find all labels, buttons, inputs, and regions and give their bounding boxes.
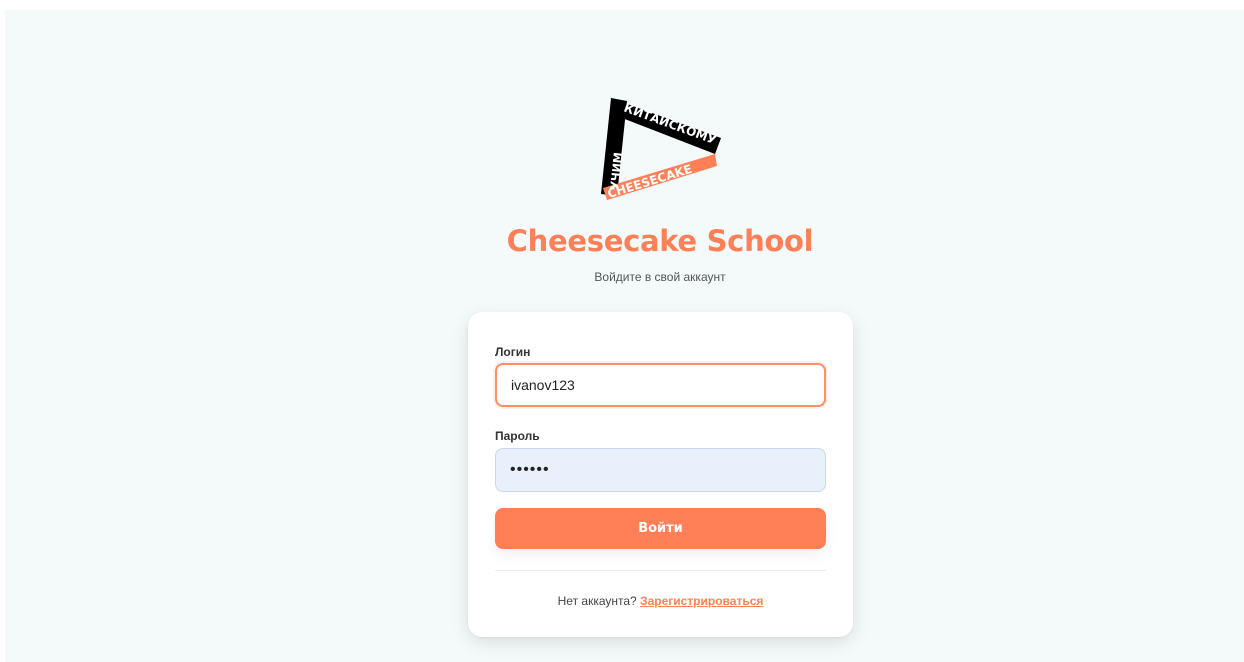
register-row: Нет аккаунта? Зарегистрироваться: [468, 594, 853, 608]
login-label: Логин: [495, 345, 531, 359]
password-label: Пароль: [495, 429, 540, 443]
divider: [495, 570, 826, 571]
register-link[interactable]: Зарегистрироваться: [640, 594, 763, 608]
password-input[interactable]: [495, 448, 826, 492]
cheesecake-logo: КИТАЙСКОМУ УЧИМ CHEESECAKE: [601, 98, 721, 201]
login-card: Логин Пароль Войти Нет аккаунта? Зарегис…: [468, 312, 853, 637]
login-input[interactable]: [495, 363, 826, 407]
login-page: КИТАЙСКОМУ УЧИМ CHEESECAKE Cheesecake Sc…: [5, 10, 1244, 662]
register-prompt: Нет аккаунта?: [557, 594, 637, 608]
brand-title: Cheesecake School: [506, 224, 814, 258]
brand-subtitle: Войдите в свой аккаунт: [594, 270, 726, 284]
login-button[interactable]: Войти: [495, 508, 826, 549]
